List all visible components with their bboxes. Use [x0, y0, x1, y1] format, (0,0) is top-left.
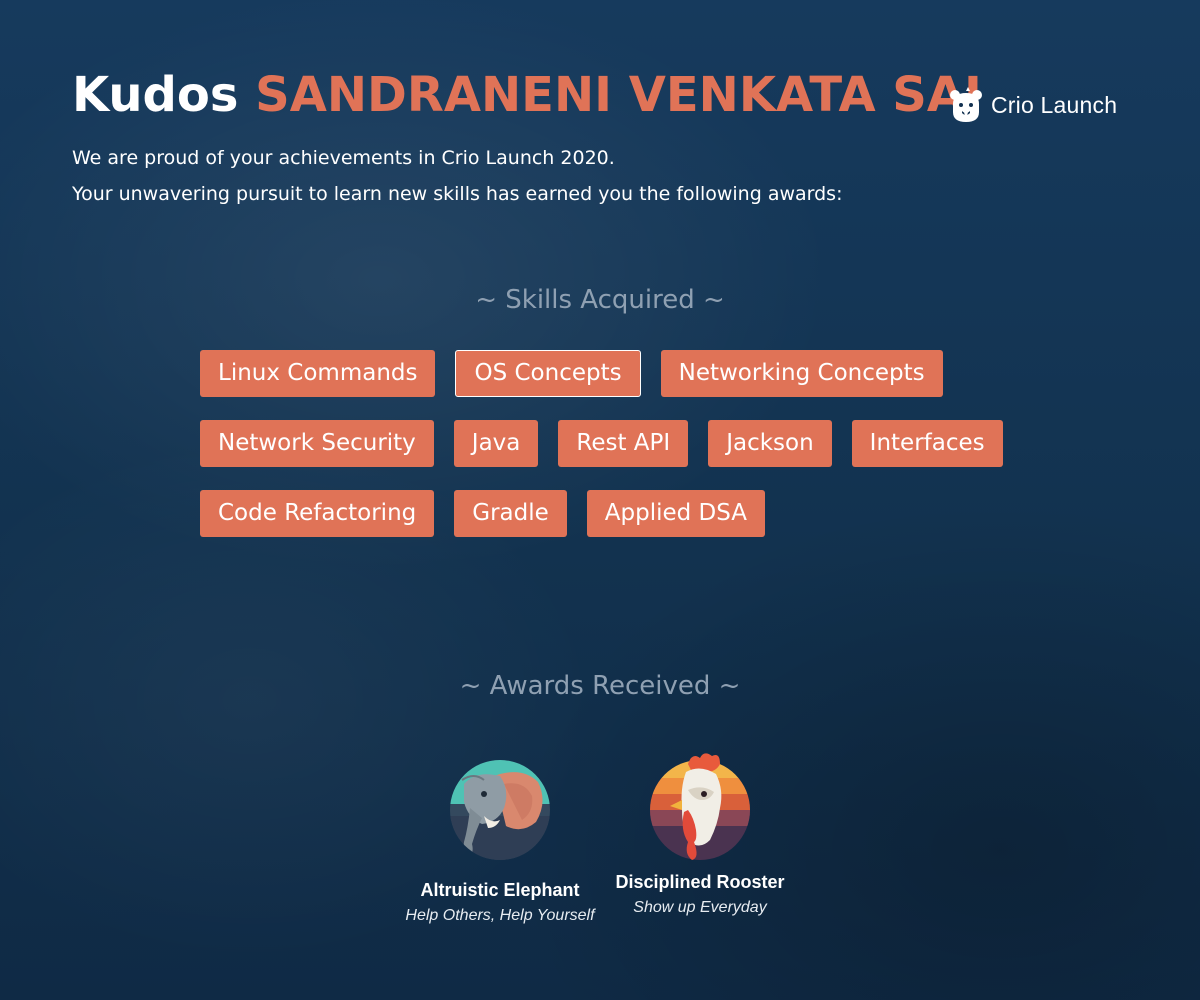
skill-tag: Network Security	[200, 420, 434, 467]
elephant-badge-icon	[395, 758, 605, 862]
recipient-name: SANDRANENI VENKATA SAI	[255, 67, 982, 123]
brand-name: Crio Launch	[991, 91, 1118, 118]
award-subtitle: Show up Everyday	[633, 899, 767, 916]
skills-row: Linux Commands OS Concepts Networking Co…	[200, 350, 1020, 397]
brand-logo: Crio Launch	[949, 86, 1117, 124]
intro-line-2: Your unwavering pursuit to learn new ski…	[72, 183, 843, 205]
skill-tag: Code Refactoring	[200, 490, 435, 537]
kudos-label: Kudos	[72, 67, 239, 123]
skill-tag: Jackson	[708, 420, 832, 467]
skill-tag: Linux Commands	[200, 350, 436, 397]
intro-line-1: We are proud of your achievements in Cri…	[72, 147, 615, 169]
intro-text: We are proud of your achievements in Cri…	[72, 140, 842, 212]
crio-bear-logo-icon	[949, 86, 983, 124]
skills-heading: ~ Skills Acquired ~	[475, 285, 725, 315]
skills-row: Code Refactoring Gradle Applied DSA	[200, 490, 1020, 537]
skill-tag: Applied DSA	[586, 490, 766, 537]
rooster-badge-icon	[595, 750, 805, 862]
awards-heading: ~ Awards Received ~	[459, 671, 741, 701]
award-title: Disciplined Rooster	[615, 872, 785, 892]
page-title: Kudos SANDRANENI VENKATA SAI	[72, 64, 982, 126]
skill-tag: Java	[453, 420, 539, 467]
skill-tag: OS Concepts	[455, 350, 641, 397]
award-subtitle: Help Others, Help Yourself	[405, 907, 595, 924]
skills-list: Linux Commands OS Concepts Networking Co…	[200, 350, 1020, 560]
award-altruistic-elephant: Altruistic Elephant Help Others, Help Yo…	[395, 758, 605, 925]
skill-tag: Rest API	[558, 420, 689, 467]
award-disciplined-rooster: Disciplined Rooster Show up Everyday	[595, 750, 805, 917]
skills-row: Network Security Java Rest API Jackson I…	[200, 420, 1020, 467]
award-title: Altruistic Elephant	[420, 880, 580, 900]
skill-tag: Interfaces	[851, 420, 1003, 467]
skill-tag: Gradle	[454, 490, 567, 537]
certificate-page: Kudos SANDRANENI VENKATA SAI Crio Launch…	[0, 0, 1200, 1000]
skill-tag: Networking Concepts	[660, 350, 943, 397]
